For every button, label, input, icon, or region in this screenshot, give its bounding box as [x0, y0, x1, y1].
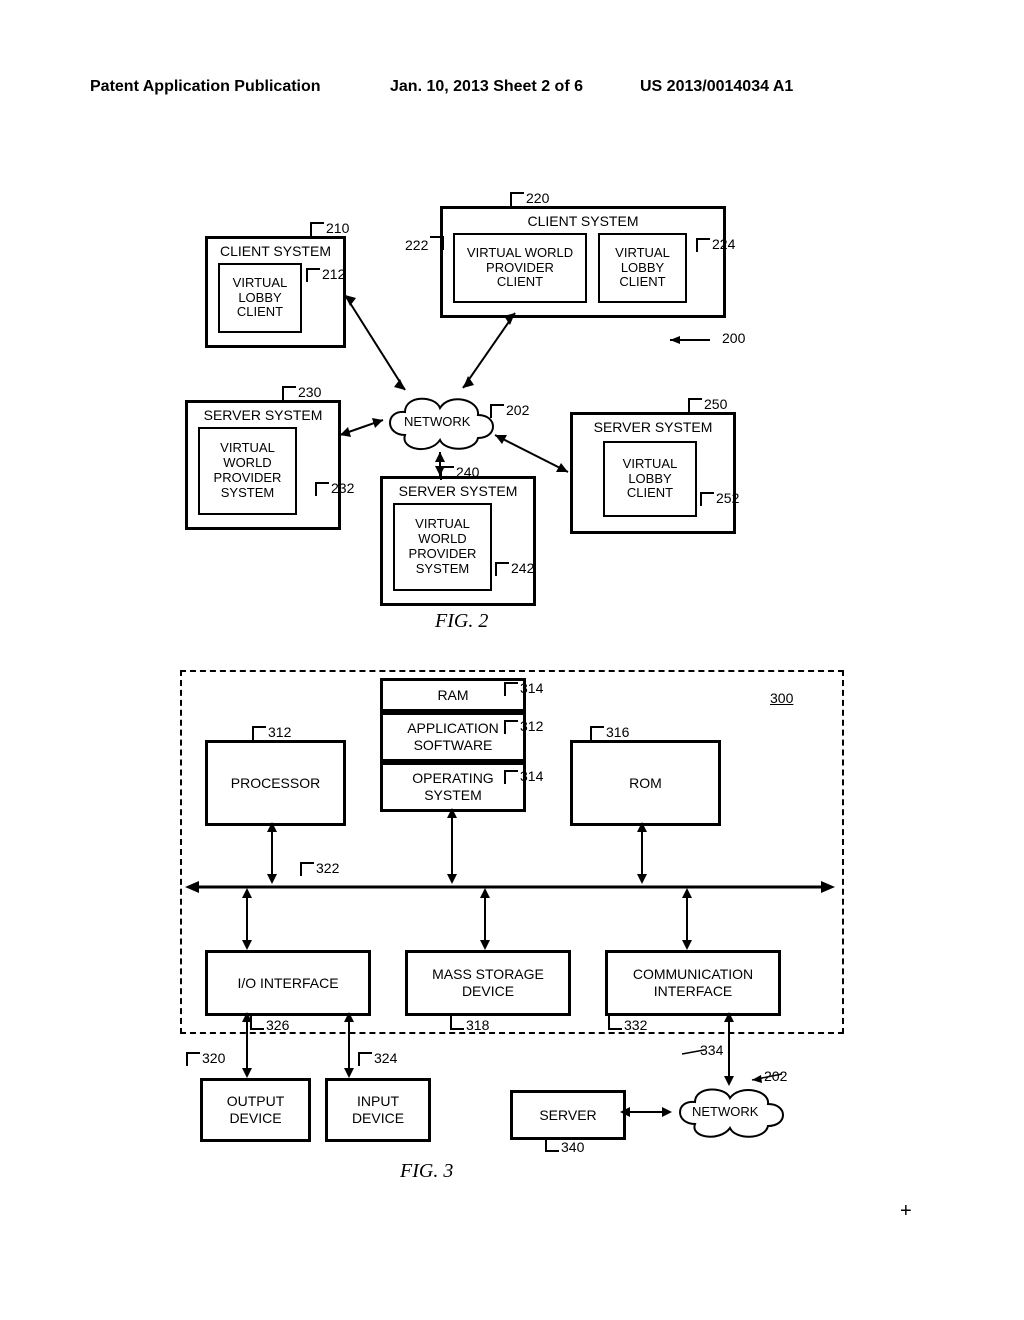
ref-242: 242 [495, 560, 534, 576]
ref-326: 326 [250, 1016, 289, 1033]
ref-212: 212 [306, 266, 345, 282]
input-device-box: INPUT DEVICE [325, 1078, 431, 1142]
ref-324: 324 [358, 1050, 397, 1066]
header-middle: Jan. 10, 2013 Sheet 2 of 6 [390, 78, 583, 96]
arrow-250-net [490, 430, 575, 480]
leader-202 [752, 1074, 792, 1086]
ref-312b: 312 [504, 718, 543, 734]
server-system-250: SERVER SYSTEM VIRTUAL LOBBY CLIENT [570, 412, 736, 534]
ref-300: 300 [770, 690, 793, 706]
client-220-left-module: VIRTUAL WORLD PROVIDER CLIENT [453, 233, 587, 303]
client-220-right-module: VIRTUAL LOBBY CLIENT [598, 233, 687, 303]
ref-232: 232 [315, 480, 354, 496]
arrow-210-net [340, 290, 420, 400]
header-left: Patent Application Publication [90, 78, 321, 96]
crop-mark-icon: + [900, 1200, 912, 1223]
ref-322: 322 [300, 860, 339, 876]
fig3-caption: FIG. 3 [400, 1160, 453, 1183]
conn-io [240, 888, 254, 950]
client-system-220: CLIENT SYSTEM VIRTUAL WORLD PROVIDER CLI… [440, 206, 726, 318]
header-right: US 2013/0014034 A1 [640, 78, 793, 96]
ref-210: 210 [310, 220, 349, 236]
server-box: SERVER [510, 1090, 626, 1140]
network-2-label: NETWORK [692, 1104, 758, 1119]
client-210-title: CLIENT SYSTEM [220, 243, 331, 260]
conn-ram [445, 808, 459, 884]
network-cloud-2: NETWORK [670, 1082, 790, 1142]
ref-200: 200 [722, 330, 745, 346]
arrow-240-net [430, 450, 450, 480]
server-240-module: VIRTUAL WORLD PROVIDER SYSTEM [393, 503, 492, 591]
server-250-module: VIRTUAL LOBBY CLIENT [603, 441, 697, 517]
ref-340: 340 [545, 1138, 584, 1155]
arrow-220-net [455, 308, 525, 398]
ref-252: 252 [700, 490, 739, 506]
rom-box: ROM [570, 740, 721, 826]
ref-230: 230 [282, 384, 321, 400]
leader-334 [680, 1046, 704, 1056]
ref-320: 320 [186, 1050, 225, 1066]
client-system-210: CLIENT SYSTEM VIRTUAL LOBBY CLIENT [205, 236, 346, 348]
conn-comm [680, 888, 694, 950]
server-230-module: VIRTUAL WORLD PROVIDER SYSTEM [198, 427, 297, 515]
conn-output [240, 1012, 254, 1078]
client-220-title: CLIENT SYSTEM [528, 213, 639, 230]
ref-314b: 314 [504, 768, 543, 784]
ref-224: 224 [696, 236, 735, 252]
figure-2: NETWORK 202 200 CLIENT SYSTEM VIRTUAL LO… [0, 190, 1024, 650]
ref-332: 332 [608, 1016, 647, 1033]
ref-220: 220 [510, 190, 549, 206]
ref-318: 318 [450, 1016, 489, 1033]
ref-250: 250 [688, 396, 727, 412]
client-210-module: VIRTUAL LOBBY CLIENT [218, 263, 302, 333]
mass-storage-box: MASS STORAGE DEVICE [405, 950, 571, 1016]
ref-314a: 314 [504, 680, 543, 696]
server-240-title: SERVER SYSTEM [399, 483, 518, 500]
figure-3: 300 PROCESSOR 312 RAM 314 APPLICATION SO… [0, 670, 1024, 1200]
ref-222: 222 [405, 236, 444, 253]
ref-312a: 312 [252, 724, 291, 740]
processor-box: PROCESSOR [205, 740, 346, 826]
server-250-title: SERVER SYSTEM [594, 419, 713, 436]
server-system-230: SERVER SYSTEM VIRTUAL WORLD PROVIDER SYS… [185, 400, 341, 530]
bus-line [185, 880, 835, 894]
conn-input [342, 1012, 356, 1078]
arrow-230-net [335, 415, 390, 445]
page: Patent Application Publication Jan. 10, … [0, 0, 1024, 1320]
conn-rom [635, 822, 649, 884]
fig2-caption: FIG. 2 [435, 610, 488, 633]
ref-316: 316 [590, 724, 629, 740]
io-interface-box: I/O INTERFACE [205, 950, 371, 1016]
conn-mass [478, 888, 492, 950]
server-230-title: SERVER SYSTEM [204, 407, 323, 424]
comm-interface-box: COMMUNICATION INTERFACE [605, 950, 781, 1016]
conn-comm-net [722, 1012, 736, 1086]
conn-proc [265, 822, 279, 884]
server-system-240: SERVER SYSTEM VIRTUAL WORLD PROVIDER SYS… [380, 476, 536, 606]
output-device-box: OUTPUT DEVICE [200, 1078, 311, 1142]
ref-202: 202 [490, 402, 529, 418]
conn-server-net [620, 1105, 672, 1119]
network-label: NETWORK [404, 414, 470, 429]
